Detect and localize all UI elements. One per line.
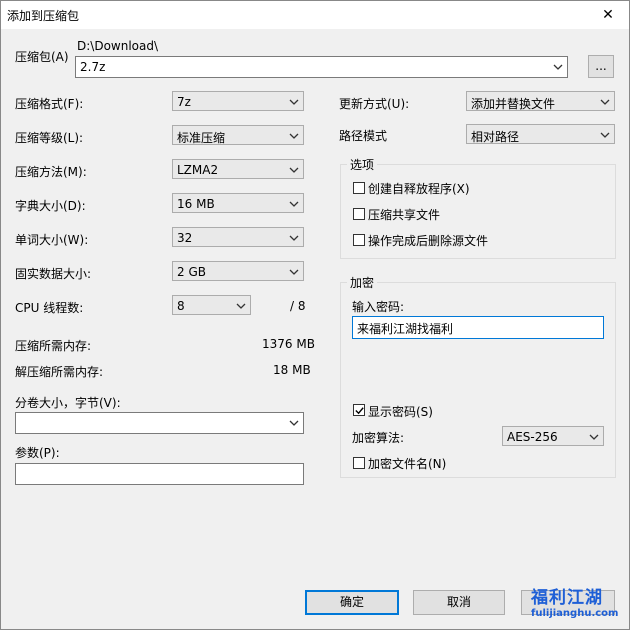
chevron-down-icon (289, 235, 299, 241)
cancel-button[interactable]: 取消 (413, 590, 505, 615)
chevron-down-icon (289, 420, 299, 426)
watermark-url: fulijianghu.com (531, 608, 619, 619)
format-value: 7z (177, 95, 191, 109)
format-select[interactable]: 7z (172, 91, 304, 111)
update-select[interactable]: 添加并替换文件 (466, 91, 615, 111)
chevron-down-icon (289, 133, 299, 139)
params-input[interactable] (15, 463, 304, 485)
chevron-down-icon (589, 434, 599, 440)
update-value: 添加并替换文件 (471, 97, 556, 111)
chevron-down-icon (553, 64, 563, 70)
archive-name-combo[interactable]: 2.7z (75, 56, 568, 78)
level-label: 压缩等级(L): (15, 131, 84, 145)
delete-label: 操作完成后删除源文件 (368, 234, 489, 248)
solid-value: 2 GB (177, 265, 206, 279)
password-input[interactable]: 来福利江湖找福利 (352, 316, 604, 339)
ok-button[interactable]: 确定 (305, 590, 399, 615)
chevron-down-icon (289, 167, 299, 173)
chevron-down-icon (289, 269, 299, 275)
password-value: 来福利江湖找福利 (357, 322, 454, 336)
browse-button[interactable]: ... (588, 55, 614, 78)
solid-select[interactable]: 2 GB (172, 261, 304, 281)
threads-value: 8 (177, 299, 185, 313)
dialog-window: 添加到压缩包 ✕ 压缩包(A) D:\Download\ 2.7z ... 压缩… (0, 0, 630, 630)
dict-value: 16 MB (177, 197, 215, 211)
dict-select[interactable]: 16 MB (172, 193, 304, 213)
enc-method-value: AES-256 (507, 430, 558, 444)
threads-select[interactable]: 8 (172, 295, 251, 315)
enc-names-checkbox[interactable] (353, 457, 365, 469)
encryption-title: 加密 (347, 274, 378, 291)
chevron-down-icon (289, 99, 299, 105)
method-label: 压缩方法(M): (15, 165, 87, 179)
archive-name-value: 2.7z (80, 60, 106, 74)
threads-max: / 8 (290, 299, 306, 313)
enc-method-label: 加密算法: (352, 431, 405, 445)
pathmode-select[interactable]: 相对路径 (466, 124, 615, 144)
chevron-down-icon (600, 99, 610, 105)
update-label: 更新方式(U): (339, 97, 410, 111)
password-label: 输入密码: (352, 300, 405, 314)
enc-names-label: 加密文件名(N) (368, 457, 447, 471)
watermark-brand: 福利江湖 (531, 588, 603, 608)
params-label: 参数(P): (15, 446, 60, 460)
sfx-checkbox[interactable] (353, 182, 365, 194)
mem-decompress-label: 解压缩所需内存: (15, 365, 104, 379)
dict-label: 字典大小(D): (15, 199, 86, 213)
checkmark-icon (355, 407, 364, 415)
split-combo[interactable] (15, 412, 304, 434)
chevron-down-icon (236, 303, 246, 309)
word-label: 单词大小(W): (15, 233, 89, 247)
method-value: LZMA2 (177, 163, 219, 177)
delete-checkbox[interactable] (353, 234, 365, 246)
threads-label: CPU 线程数: (15, 301, 84, 315)
level-value: 标准压缩 (177, 131, 226, 145)
level-select[interactable]: 标准压缩 (172, 125, 304, 145)
word-select[interactable]: 32 (172, 227, 304, 247)
solid-label: 固实数据大小: (15, 267, 92, 281)
word-value: 32 (177, 231, 193, 245)
method-select[interactable]: LZMA2 (172, 159, 304, 179)
pathmode-value: 相对路径 (471, 130, 520, 144)
sfx-label: 创建自释放程序(X) (368, 182, 470, 196)
shared-checkbox[interactable] (353, 208, 365, 220)
show-password-checkbox[interactable] (353, 404, 365, 416)
archive-path: D:\Download\ (77, 39, 159, 53)
title-bar: 添加到压缩包 ✕ (1, 1, 629, 29)
shared-label: 压缩共享文件 (368, 208, 441, 222)
archive-label: 压缩包(A) (15, 50, 69, 64)
options-title: 选项 (347, 156, 378, 173)
window-title: 添加到压缩包 (7, 9, 80, 23)
enc-method-select[interactable]: AES-256 (502, 426, 604, 446)
close-icon[interactable]: ✕ (597, 4, 619, 26)
mem-compress-value: 1376 MB (262, 337, 315, 351)
pathmode-label: 路径模式 (339, 129, 388, 143)
chevron-down-icon (289, 201, 299, 207)
chevron-down-icon (600, 132, 610, 138)
mem-compress-label: 压缩所需内存: (15, 339, 92, 353)
mem-decompress-value: 18 MB (273, 363, 311, 377)
format-label: 压缩格式(F): (15, 97, 84, 111)
split-label: 分卷大小，字节(V): (15, 396, 121, 410)
show-password-label: 显示密码(S) (368, 405, 433, 419)
